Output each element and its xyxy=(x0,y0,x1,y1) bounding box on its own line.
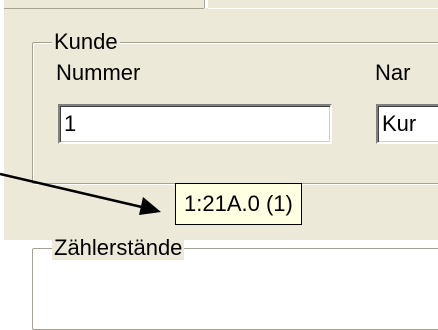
tooltip: 1:21A.0 (1) xyxy=(175,183,302,225)
meter-readings-groupbox xyxy=(32,248,438,330)
name-field[interactable] xyxy=(376,104,438,144)
top-divider xyxy=(4,0,204,9)
customer-group-title: Kunde xyxy=(52,29,120,54)
number-label: Nummer xyxy=(56,60,141,85)
top-divider-right xyxy=(208,0,438,9)
name-label: Nar xyxy=(375,60,411,85)
number-field[interactable] xyxy=(58,104,332,144)
